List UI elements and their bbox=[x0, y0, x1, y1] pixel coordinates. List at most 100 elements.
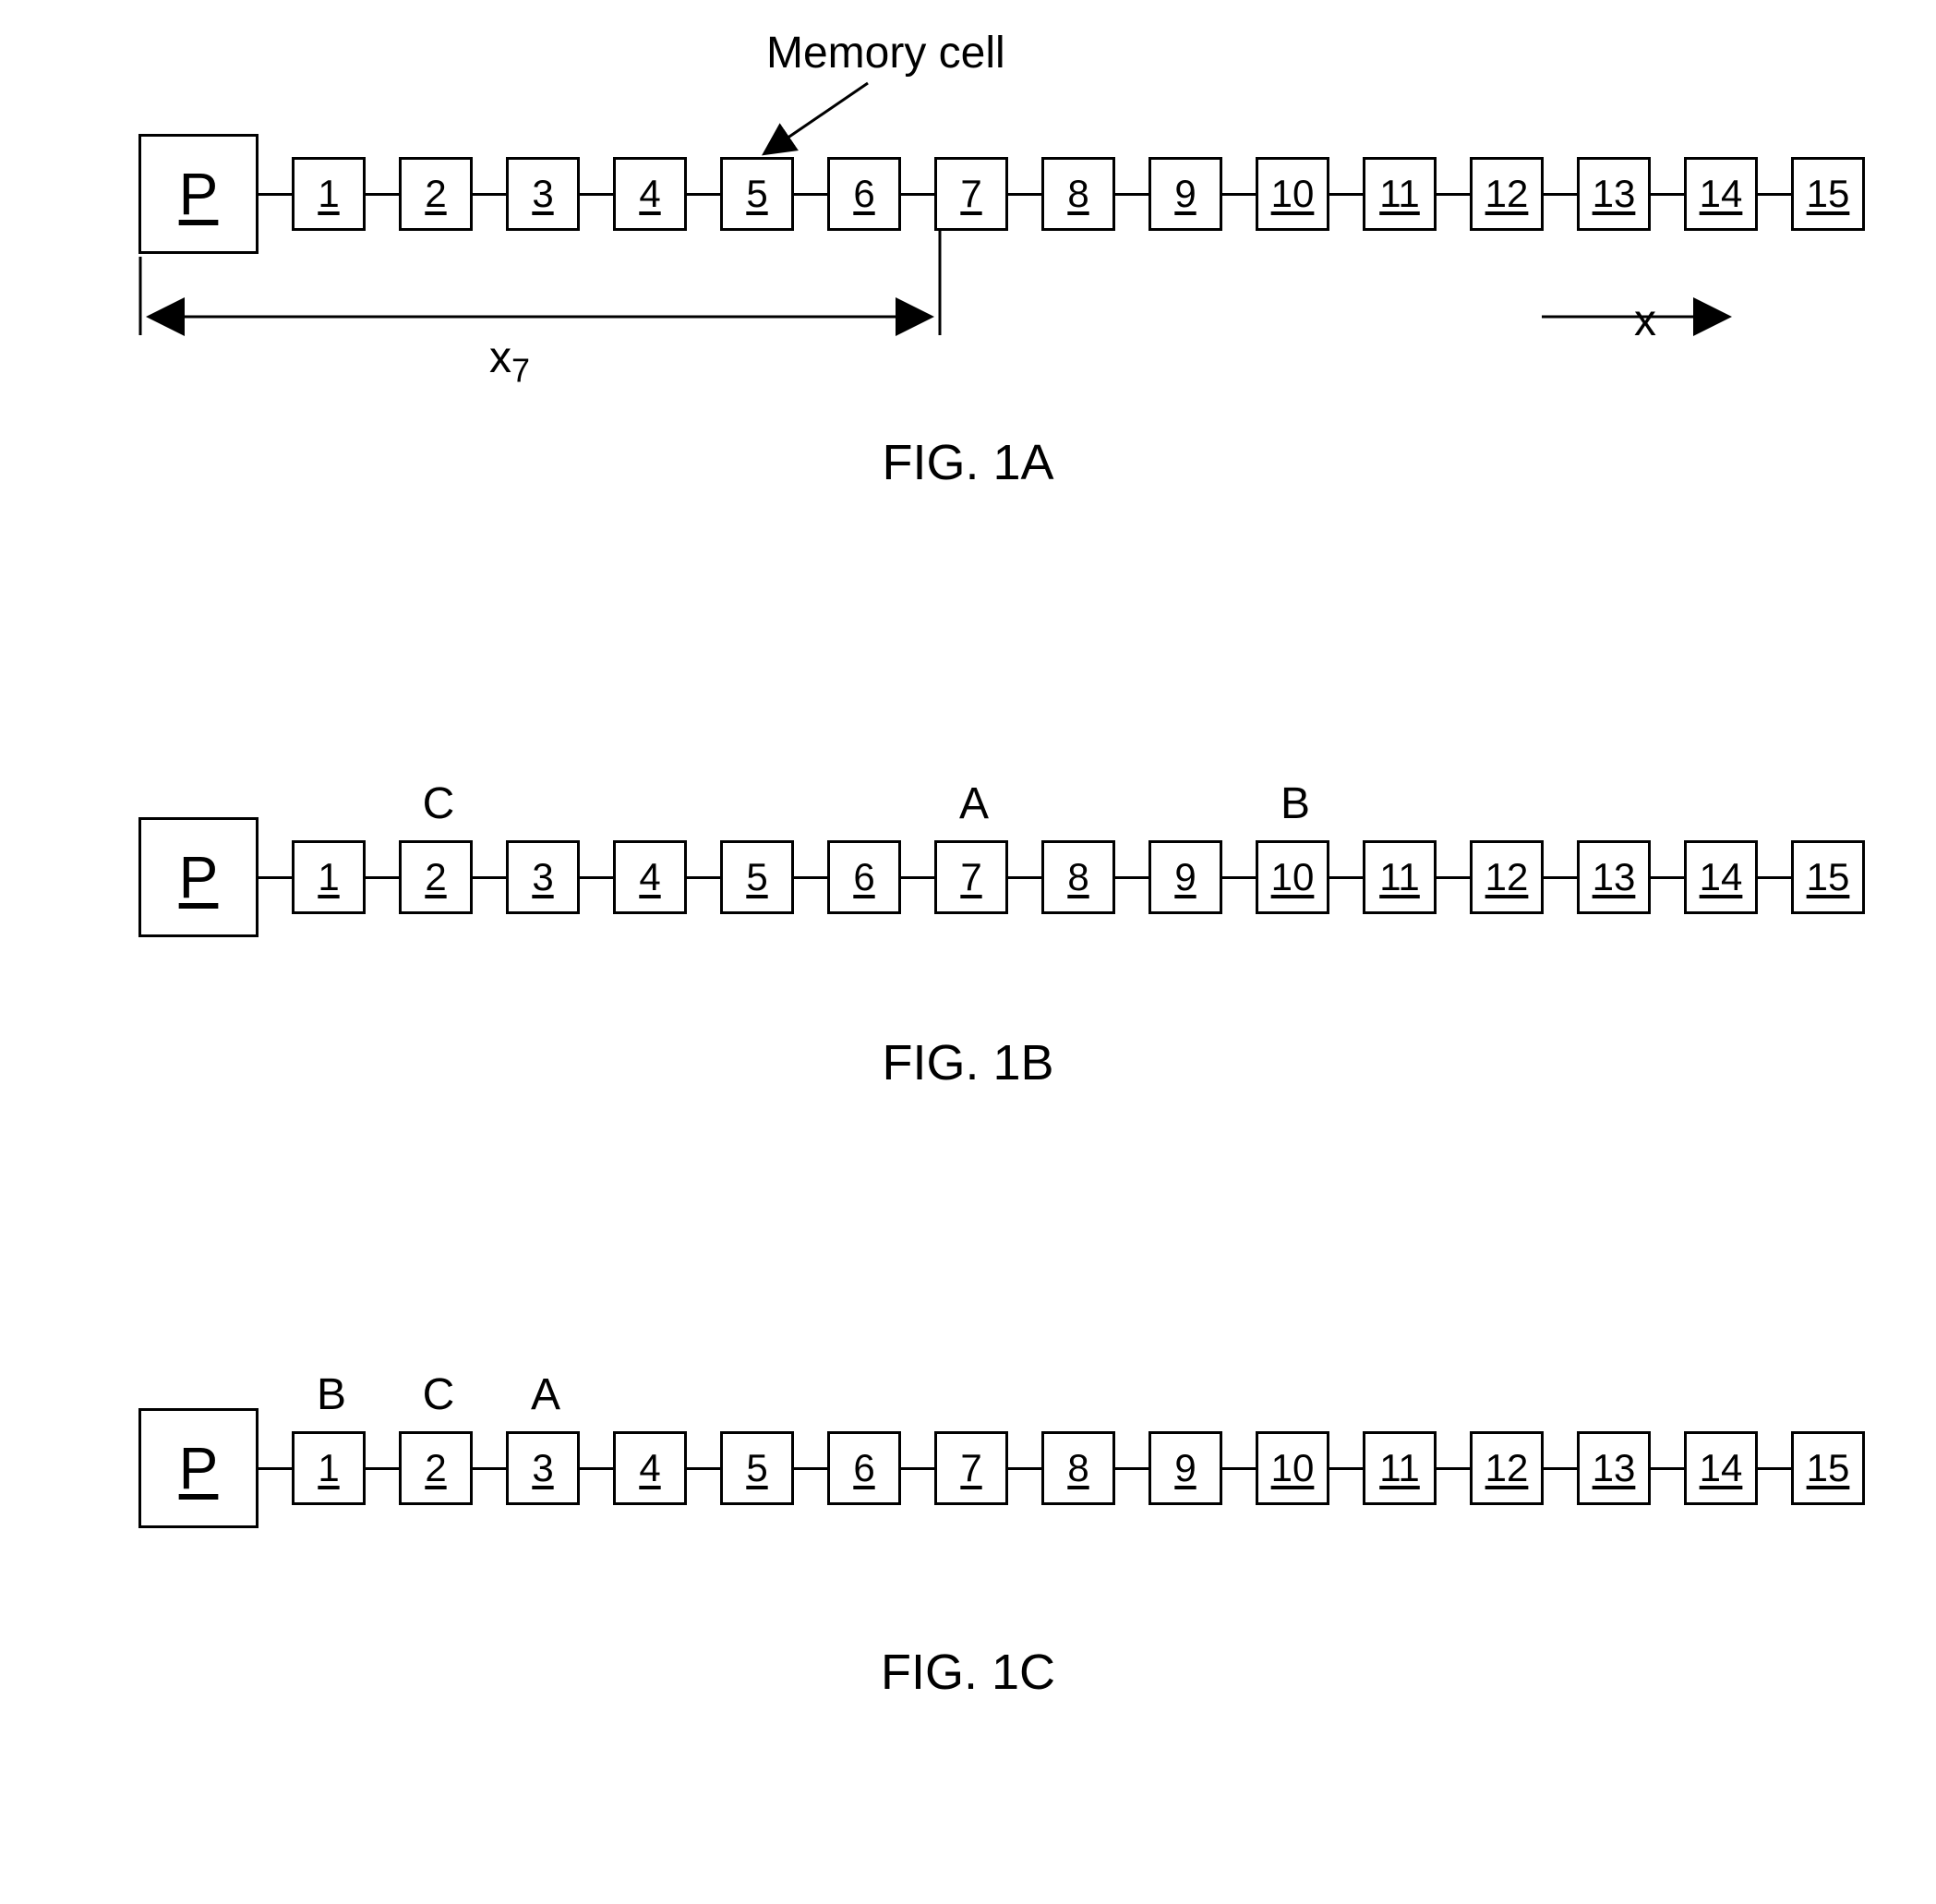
cell-number: 8 bbox=[1067, 855, 1088, 899]
cell-connector bbox=[259, 193, 292, 196]
cell-number: 14 bbox=[1700, 855, 1743, 899]
figure-1b: P 12C34567A8910B1112131415 FIG. 1B bbox=[0, 840, 1936, 951]
cell-number: 14 bbox=[1700, 1446, 1743, 1490]
cell-connector bbox=[1651, 876, 1684, 879]
cell-number: 12 bbox=[1485, 1446, 1529, 1490]
cell-number: 11 bbox=[1379, 172, 1420, 216]
processor-label: P bbox=[179, 160, 219, 228]
cell-connector bbox=[687, 876, 720, 879]
cell-connector bbox=[1329, 193, 1363, 196]
cell-connector bbox=[259, 1467, 292, 1470]
memory-cell-12: 12 bbox=[1470, 157, 1544, 231]
cell-number: 1 bbox=[318, 855, 339, 899]
cell-number: 4 bbox=[639, 1446, 660, 1490]
cell-number: 3 bbox=[532, 855, 553, 899]
cell-connector bbox=[1008, 876, 1041, 879]
cell-number: 7 bbox=[960, 172, 981, 216]
cell-connector bbox=[473, 876, 506, 879]
memory-cell-4: 4 bbox=[613, 840, 687, 914]
cell-connector bbox=[1437, 193, 1470, 196]
cell-connector bbox=[901, 193, 934, 196]
cell-top-label: B bbox=[1258, 778, 1332, 829]
memory-cell-7: 7A bbox=[934, 840, 1008, 914]
memory-cell-14: 14 bbox=[1684, 157, 1758, 231]
cell-connector bbox=[1651, 1467, 1684, 1470]
cell-connector bbox=[901, 1467, 934, 1470]
memory-cell-5: 5 bbox=[720, 1431, 794, 1505]
memory-cell-2: 2C bbox=[399, 840, 473, 914]
memory-cell-9: 9 bbox=[1148, 840, 1222, 914]
cell-number: 10 bbox=[1271, 172, 1315, 216]
memory-cell-8: 8 bbox=[1041, 840, 1115, 914]
cell-connector bbox=[1329, 1467, 1363, 1470]
memory-cell-4: 4 bbox=[613, 157, 687, 231]
memory-cell-9: 9 bbox=[1148, 157, 1222, 231]
cell-number: 15 bbox=[1807, 855, 1850, 899]
cell-connector bbox=[580, 193, 613, 196]
memory-cell-4: 4 bbox=[613, 1431, 687, 1505]
figure-1c: P 1B2C3A456789101112131415 FIG. 1C bbox=[0, 1431, 1936, 1542]
memory-cell-5: 5 bbox=[720, 840, 794, 914]
processor-box: P bbox=[138, 1408, 259, 1528]
memory-cell-10: 10 bbox=[1256, 1431, 1329, 1505]
cell-connector bbox=[1222, 876, 1256, 879]
cell-number: 5 bbox=[746, 1446, 767, 1490]
cell-connector bbox=[794, 193, 827, 196]
memory-cell-7: 7 bbox=[934, 1431, 1008, 1505]
cell-number: 2 bbox=[425, 1446, 446, 1490]
cell-number: 3 bbox=[532, 1446, 553, 1490]
cell-number: 6 bbox=[853, 855, 874, 899]
cell-connector bbox=[473, 1467, 506, 1470]
cell-connector bbox=[1758, 193, 1791, 196]
cell-number: 12 bbox=[1485, 172, 1529, 216]
callout-memory-cell: Memory cell bbox=[766, 28, 1005, 78]
caption-1c: FIG. 1C bbox=[0, 1644, 1936, 1701]
cell-connector bbox=[1008, 193, 1041, 196]
memory-cell-3: 3 bbox=[506, 840, 580, 914]
cell-connector bbox=[1115, 193, 1148, 196]
memory-cell-1: 1 bbox=[292, 840, 366, 914]
memory-cell-3: 3A bbox=[506, 1431, 580, 1505]
memory-cell-10: 10B bbox=[1256, 840, 1329, 914]
cell-connector bbox=[1544, 1467, 1577, 1470]
cells-1b: 12C34567A8910B1112131415 bbox=[259, 840, 1865, 914]
cell-top-label: B bbox=[295, 1369, 368, 1420]
memory-cell-7: 7 bbox=[934, 157, 1008, 231]
cell-number: 13 bbox=[1593, 855, 1636, 899]
memory-cell-2: 2 bbox=[399, 157, 473, 231]
cell-connector bbox=[1758, 1467, 1791, 1470]
memory-cell-11: 11 bbox=[1363, 840, 1437, 914]
memory-cell-1: 1B bbox=[292, 1431, 366, 1505]
memory-cell-10: 10 bbox=[1256, 157, 1329, 231]
cell-number: 4 bbox=[639, 172, 660, 216]
memory-cell-12: 12 bbox=[1470, 1431, 1544, 1505]
cell-number: 8 bbox=[1067, 172, 1088, 216]
cell-top-label: A bbox=[937, 778, 1011, 829]
cell-connector bbox=[901, 876, 934, 879]
cell-number: 5 bbox=[746, 855, 767, 899]
cell-number: 2 bbox=[425, 172, 446, 216]
cell-connector bbox=[1437, 1467, 1470, 1470]
cell-number: 1 bbox=[318, 172, 339, 216]
cell-connector bbox=[1222, 193, 1256, 196]
cell-connector bbox=[259, 876, 292, 879]
cell-number: 4 bbox=[639, 855, 660, 899]
cell-connector bbox=[1544, 876, 1577, 879]
memory-cell-5: 5 bbox=[720, 157, 794, 231]
memory-cell-8: 8 bbox=[1041, 1431, 1115, 1505]
cell-connector bbox=[794, 876, 827, 879]
cell-connector bbox=[1437, 876, 1470, 879]
cell-number: 7 bbox=[960, 1446, 981, 1490]
memory-cell-11: 11 bbox=[1363, 1431, 1437, 1505]
memory-cell-6: 6 bbox=[827, 1431, 901, 1505]
cell-number: 10 bbox=[1271, 855, 1315, 899]
processor-label: P bbox=[179, 1434, 219, 1502]
row-1c: P 1B2C3A456789101112131415 bbox=[138, 1431, 1936, 1542]
memory-cell-14: 14 bbox=[1684, 840, 1758, 914]
memory-cell-6: 6 bbox=[827, 157, 901, 231]
memory-cell-13: 13 bbox=[1577, 840, 1651, 914]
diagram-page: Memory cell P 123456789101112131415 bbox=[0, 0, 1936, 1904]
cell-connector bbox=[1651, 193, 1684, 196]
cell-connector bbox=[1115, 1467, 1148, 1470]
memory-cell-11: 11 bbox=[1363, 157, 1437, 231]
